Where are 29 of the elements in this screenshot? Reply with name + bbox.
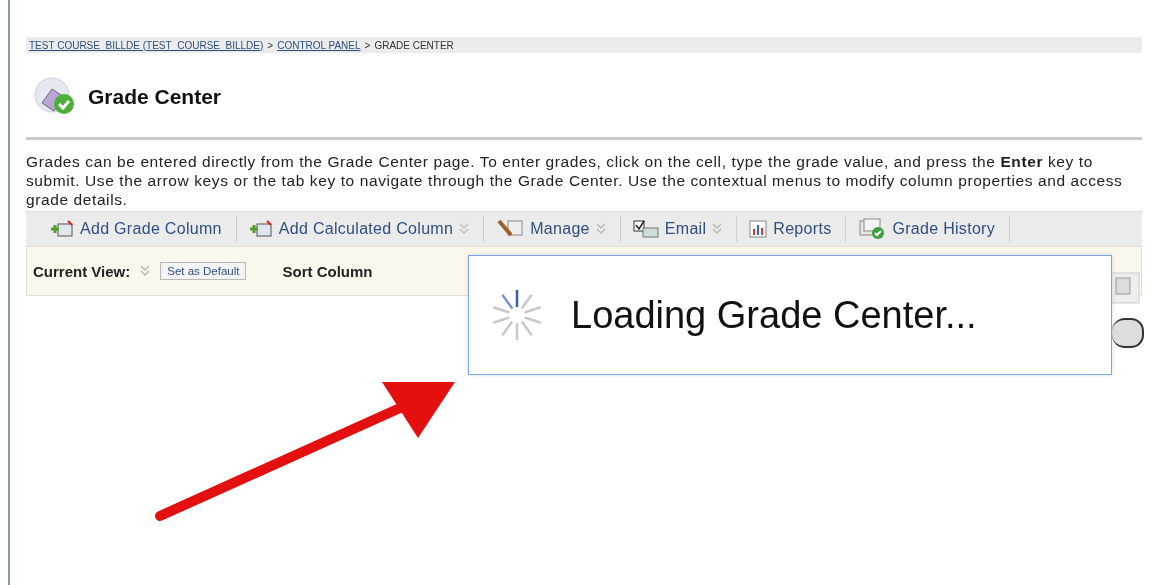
toolbar-button[interactable]: Email <box>628 216 738 242</box>
breadcrumb-separator: > <box>267 39 274 51</box>
toolbar-button[interactable]: Grade History <box>854 216 1011 242</box>
loading-message: Loading Grade Center... <box>571 293 977 337</box>
chevron-icon[interactable] <box>140 265 151 277</box>
sort-label: Sort Column <box>282 262 373 280</box>
toolbar-button[interactable]: Reports <box>745 216 847 242</box>
email-icon <box>632 220 659 238</box>
chevron-icon[interactable] <box>595 223 606 235</box>
toggle-knob[interactable] <box>1112 318 1144 348</box>
spinner-icon <box>491 289 543 341</box>
toolbar-button[interactable]: Add Calculated Column <box>244 216 485 242</box>
toolbar-button[interactable]: Manage <box>492 216 621 242</box>
breadcrumb-link[interactable]: CONTROL PANEL <box>277 39 361 51</box>
history-icon <box>858 218 887 240</box>
breadcrumb-link[interactable]: TEST COURSE_BILLDE (TEST_COURSE_BILLDE) <box>29 39 264 51</box>
breadcrumb-current: GRADE CENTER <box>374 39 454 51</box>
wrench-icon <box>496 219 525 239</box>
set-default-button[interactable]: Set as Default <box>160 262 247 280</box>
toolbar-button[interactable]: Add Grade Column <box>46 216 237 242</box>
chevron-icon[interactable] <box>712 223 723 235</box>
current-view-label: Current View: <box>33 262 131 280</box>
add-column-icon <box>248 220 273 238</box>
chevron-icon[interactable] <box>459 223 470 235</box>
page-title: Grade Center <box>88 85 222 109</box>
breadcrumb-separator: > <box>364 39 371 51</box>
add-column-icon <box>50 220 74 238</box>
instructions-text: Grades can be entered directly from the Grade Center page. To enter grades, click on the cell, type the grade value, and press the Enter key to submit. Use the arrow keys or the tab key to navigate through the Grade Center. Use the contextual menus to modify column properties and access grade details. <box>26 152 1124 209</box>
bar-chart-icon <box>749 220 768 238</box>
